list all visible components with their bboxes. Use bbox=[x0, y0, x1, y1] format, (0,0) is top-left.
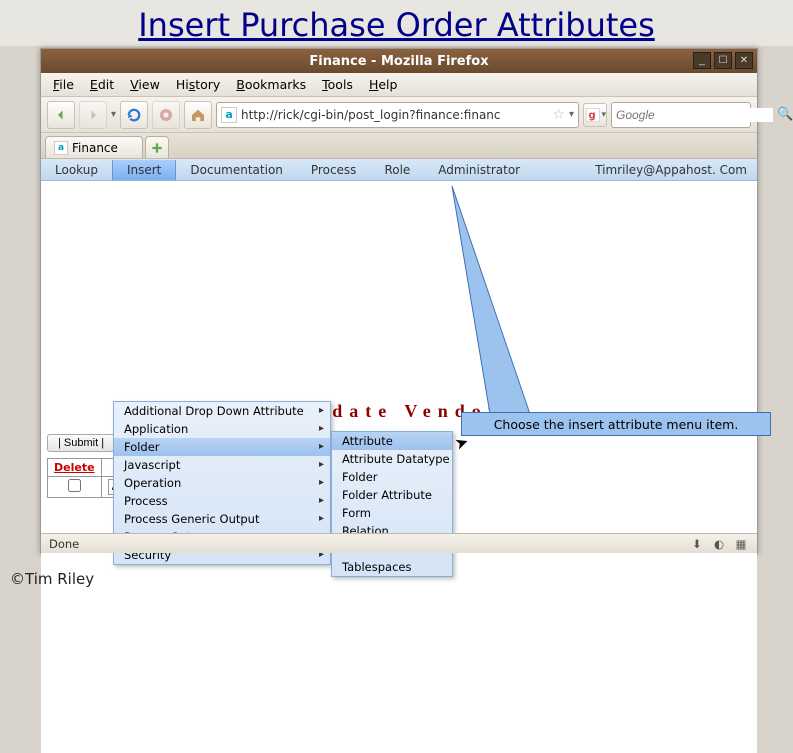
copyright: ©Tim Riley bbox=[10, 570, 94, 588]
url-text: http://rick/cgi-bin/post_login?finance:f… bbox=[241, 108, 548, 122]
plus-icon bbox=[150, 141, 164, 155]
tab-finance[interactable]: a Finance bbox=[45, 136, 143, 158]
menu-history[interactable]: History bbox=[170, 75, 226, 94]
search-box[interactable]: 🔍 bbox=[611, 102, 751, 128]
forward-button[interactable] bbox=[79, 101, 107, 129]
submenu-process-generic-output[interactable]: Process Generic Output▸ bbox=[114, 510, 330, 528]
addon-icon[interactable]: ◐ bbox=[711, 536, 727, 552]
reload-icon bbox=[125, 106, 143, 124]
chevron-right-icon: ▸ bbox=[319, 423, 324, 434]
callout-box: Choose the insert attribute menu item. bbox=[461, 412, 771, 436]
tab-label: Finance bbox=[72, 141, 118, 155]
close-button[interactable]: ✕ bbox=[735, 52, 753, 69]
menu-help[interactable]: Help bbox=[363, 75, 404, 94]
slide-title: Insert Purchase Order Attributes bbox=[0, 0, 793, 46]
new-tab-button[interactable] bbox=[145, 136, 169, 158]
site-favicon: a bbox=[221, 107, 237, 123]
subsubmenu-folder-attribute[interactable]: Folder Attribute bbox=[332, 486, 452, 504]
chevron-right-icon: ▸ bbox=[319, 405, 324, 416]
submit-button[interactable]: | Submit | bbox=[47, 434, 115, 452]
stop-icon bbox=[157, 106, 175, 124]
browser-toolbar: ▾ a http://rick/cgi-bin/post_login?finan… bbox=[41, 97, 757, 133]
col-delete[interactable]: Delete bbox=[48, 459, 102, 477]
appmenu-process[interactable]: Process bbox=[297, 160, 371, 180]
subsubmenu-folder[interactable]: Folder bbox=[332, 468, 452, 486]
url-bar[interactable]: a http://rick/cgi-bin/post_login?finance… bbox=[216, 102, 579, 128]
appmenu-user: Timriley@Appahost. Com bbox=[581, 160, 757, 180]
google-icon: g bbox=[584, 106, 601, 124]
subsubmenu-form[interactable]: Form bbox=[332, 504, 452, 522]
chevron-right-icon: ▸ bbox=[319, 459, 324, 470]
callout-pointer bbox=[430, 186, 670, 434]
downloads-icon[interactable]: ⬇ bbox=[689, 536, 705, 552]
bookmark-star-icon[interactable]: ☆ bbox=[552, 107, 565, 123]
subsubmenu-attribute[interactable]: Attribute bbox=[332, 432, 452, 450]
back-button[interactable] bbox=[47, 101, 75, 129]
tab-favicon: a bbox=[54, 141, 68, 155]
arrow-right-icon bbox=[84, 106, 102, 124]
maximize-button[interactable]: ☐ bbox=[714, 52, 732, 69]
submenu-additional-attribute[interactable]: Additional Drop Down Attribute▸ bbox=[114, 402, 330, 420]
chevron-right-icon: ▸ bbox=[319, 477, 324, 488]
svg-text:g: g bbox=[588, 110, 595, 121]
folder-submenu: Attribute Attribute Datatype Folder Fold… bbox=[331, 431, 453, 577]
home-button[interactable] bbox=[184, 101, 212, 129]
delete-checkbox[interactable] bbox=[68, 479, 81, 492]
page-content: Additional Drop Down Attribute▸ Applicat… bbox=[41, 401, 757, 753]
menu-tools[interactable]: Tools bbox=[316, 75, 359, 94]
window-titlebar: Finance - Mozilla Firefox _ ☐ ✕ bbox=[41, 49, 757, 73]
window-title: Finance - Mozilla Firefox bbox=[309, 54, 488, 69]
search-go-icon[interactable]: 🔍 bbox=[777, 107, 793, 122]
tab-strip: a Finance bbox=[41, 133, 757, 159]
search-input[interactable] bbox=[616, 108, 773, 122]
browser-menubar: File Edit View History Bookmarks Tools H… bbox=[41, 73, 757, 97]
app-menubar: Lookup Insert Documentation Process Role… bbox=[41, 159, 757, 181]
chevron-right-icon: ▸ bbox=[319, 441, 324, 452]
google-engine-button[interactable]: g ▾ bbox=[583, 103, 607, 127]
url-dropdown-icon[interactable]: ▾ bbox=[569, 109, 574, 120]
home-icon bbox=[189, 106, 207, 124]
status-bar: Done ⬇ ◐ ▦ bbox=[41, 533, 757, 553]
submenu-application[interactable]: Application▸ bbox=[114, 420, 330, 438]
subsubmenu-tablespaces[interactable]: Tablespaces bbox=[332, 558, 452, 576]
submenu-folder[interactable]: Folder▸ bbox=[114, 438, 330, 456]
appmenu-role[interactable]: Role bbox=[370, 160, 424, 180]
history-dropdown-icon[interactable]: ▾ bbox=[111, 109, 116, 120]
menu-bookmarks[interactable]: Bookmarks bbox=[230, 75, 312, 94]
submenu-operation[interactable]: Operation▸ bbox=[114, 474, 330, 492]
appmenu-documentation[interactable]: Documentation bbox=[176, 160, 297, 180]
submenu-javascript[interactable]: Javascript▸ bbox=[114, 456, 330, 474]
script-icon[interactable]: ▦ bbox=[733, 536, 749, 552]
minimize-button[interactable]: _ bbox=[693, 52, 711, 69]
appmenu-lookup[interactable]: Lookup bbox=[41, 160, 112, 180]
status-text: Done bbox=[49, 537, 79, 551]
menu-edit[interactable]: Edit bbox=[84, 75, 120, 94]
reload-button[interactable] bbox=[120, 101, 148, 129]
chevron-right-icon: ▸ bbox=[319, 513, 324, 524]
appmenu-administrator[interactable]: Administrator bbox=[424, 160, 534, 180]
appmenu-insert[interactable]: Insert bbox=[112, 160, 176, 180]
stop-button[interactable] bbox=[152, 101, 180, 129]
chevron-right-icon: ▸ bbox=[319, 495, 324, 506]
callout-text: Choose the insert attribute menu item. bbox=[494, 417, 739, 432]
subsubmenu-attribute-datatype[interactable]: Attribute Datatype bbox=[332, 450, 452, 468]
submenu-process[interactable]: Process▸ bbox=[114, 492, 330, 510]
arrow-left-icon bbox=[52, 106, 70, 124]
menu-view[interactable]: View bbox=[124, 75, 166, 94]
menu-file[interactable]: File bbox=[47, 75, 80, 94]
